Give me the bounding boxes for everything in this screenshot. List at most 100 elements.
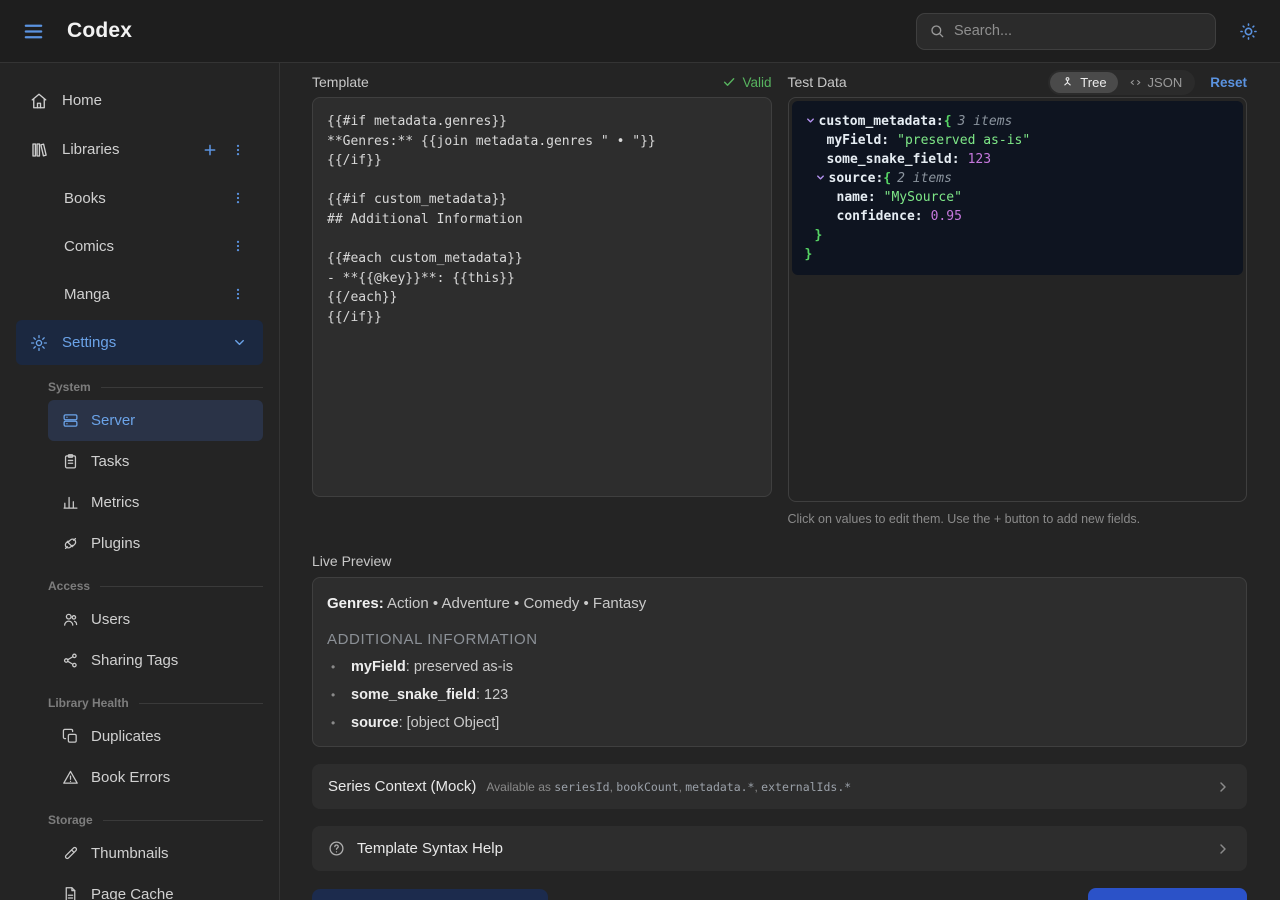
help-circle-icon [328, 840, 345, 857]
tree-icon [1061, 76, 1074, 89]
sidebar-item-home[interactable]: Home [0, 76, 279, 125]
subtitle-token: externalIds.* [761, 780, 851, 794]
preview-item-key: myField [351, 659, 414, 675]
sidebar-item-sharing-tags[interactable]: Sharing Tags [48, 640, 263, 681]
file-icon [62, 886, 79, 900]
tree-item-count: 3 items [958, 114, 1013, 129]
tree-key[interactable]: source [829, 171, 884, 186]
sidebar-item-page-cache[interactable]: Page Cache [48, 874, 263, 900]
preview-list-item: source[object Object] [327, 715, 1232, 743]
syntax-help-title: Template Syntax Help [357, 840, 503, 857]
gear-icon [30, 334, 48, 352]
template-code-editor[interactable]: {{#if metadata.genres}} **Genres:** {{jo… [312, 97, 772, 497]
app-title: Codex [67, 19, 132, 43]
sidebar-item-manga[interactable]: Manga [0, 270, 279, 318]
view-toggle: Tree JSON [1048, 70, 1195, 95]
sidebar-item-label: Manga [64, 286, 110, 303]
tree-value[interactable]: "MySource" [884, 190, 962, 205]
tree-key[interactable]: some_snake_field [827, 152, 960, 167]
divider [101, 387, 263, 388]
add-library-icon[interactable] [202, 142, 218, 158]
collapse-chevron-icon[interactable] [815, 172, 829, 183]
theme-toggle-sun-icon[interactable] [1239, 22, 1258, 41]
sidebar-item-label: Plugins [91, 535, 140, 552]
manga-kebab-icon[interactable] [231, 287, 245, 301]
tree-row: name "MySource" [805, 188, 1231, 207]
tree-key[interactable]: name [837, 190, 876, 205]
json-tree: custom_metadata {3 items myField "preserve… [792, 101, 1244, 275]
series-context-subtitle: Available as seriesId, bookCount, metada… [486, 780, 851, 794]
divider [100, 586, 263, 587]
series-context-accordion[interactable]: Series Context (Mock) Available as serie… [312, 764, 1247, 809]
divider [103, 820, 263, 821]
template-panel: Template Valid {{#if metadata.genres}} *… [312, 71, 772, 526]
bar-chart-icon [62, 494, 79, 511]
sidebar-section-access: Access [0, 577, 279, 595]
warning-triangle-icon [62, 769, 79, 786]
libraries-kebab-icon[interactable] [231, 143, 245, 157]
sidebar-item-thumbnails[interactable]: Thumbnails [48, 833, 263, 874]
chevron-right-icon [1215, 779, 1231, 795]
divider [139, 703, 263, 704]
books-kebab-icon[interactable] [231, 191, 245, 205]
search-input[interactable] [954, 23, 1203, 39]
sidebar-section-library-health: Library Health [0, 694, 279, 712]
sidebar-item-server[interactable]: Server [48, 400, 263, 441]
sidebar-item-label: Settings [62, 334, 116, 351]
sidebar-item-metrics[interactable]: Metrics [48, 482, 263, 523]
tree-key[interactable]: custom_metadata [819, 114, 944, 129]
template-title: Template [312, 74, 369, 90]
reset-button[interactable]: Reset [1210, 75, 1247, 90]
view-toggle-json[interactable]: JSON [1118, 72, 1194, 93]
tree-key[interactable]: confidence [837, 209, 923, 224]
sidebar-item-tasks[interactable]: Tasks [48, 441, 263, 482]
tree-value[interactable]: "preserved as-is" [897, 133, 1030, 148]
syntax-help-accordion[interactable]: Template Syntax Help [312, 826, 1247, 871]
choose-example-template-button[interactable]: Choose Example Template [312, 889, 548, 900]
sidebar-section-storage: Storage [0, 811, 279, 829]
sidebar-section-system: System [0, 378, 279, 396]
tree-brace: { [883, 171, 891, 186]
plug-icon [62, 535, 79, 552]
sidebar-item-label: Libraries [62, 141, 120, 158]
sidebar-item-books[interactable]: Books [0, 174, 279, 222]
tree-value[interactable]: 123 [968, 152, 991, 167]
view-toggle-tree[interactable]: Tree [1050, 72, 1117, 93]
section-title: Storage [48, 813, 93, 827]
menu-icon[interactable] [22, 20, 45, 43]
clipboard-icon [62, 453, 79, 470]
comics-kebab-icon[interactable] [231, 239, 245, 253]
preview-item-value: 123 [484, 687, 508, 703]
tree-value[interactable]: 0.95 [931, 209, 962, 224]
tree-key[interactable]: myField [827, 133, 890, 148]
subtitle-token: metadata.* [685, 780, 754, 794]
search-box[interactable] [916, 13, 1216, 50]
sidebar-item-book-errors[interactable]: Book Errors [48, 757, 263, 798]
tree-item-count: 2 items [897, 171, 952, 186]
save-template-button[interactable]: Save Template [1088, 888, 1247, 900]
preview-item-value: preserved as-is [414, 659, 513, 675]
library-icon [30, 141, 48, 159]
section-title: Library Health [48, 696, 129, 710]
sidebar-item-settings[interactable]: Settings [16, 320, 263, 365]
preview-list-item: some_snake_field123 [327, 687, 1232, 715]
tree-row: confidence 0.95 [805, 207, 1231, 226]
preview-item-key: some_snake_field [351, 687, 484, 703]
sidebar-item-duplicates[interactable]: Duplicates [48, 716, 263, 757]
tree-row: some_snake_field 123 [805, 150, 1231, 169]
preview-item-value: [object Object] [407, 715, 500, 731]
preview-genres-value: Action • Adventure • Comedy • Fantasy [387, 595, 646, 612]
sidebar-item-libraries[interactable]: Libraries [0, 125, 279, 174]
subtitle-text: Available as [486, 780, 554, 794]
sidebar-item-comics[interactable]: Comics [0, 222, 279, 270]
users-icon [62, 611, 79, 628]
sidebar-item-label: Page Cache [91, 886, 174, 900]
footer-actions: Choose Example Template Revert Changes S… [312, 888, 1247, 900]
chevron-right-icon [1215, 841, 1231, 857]
tree-row: myField "preserved as-is" [805, 131, 1231, 150]
sidebar-item-plugins[interactable]: Plugins [48, 523, 263, 564]
collapse-chevron-icon[interactable] [805, 115, 819, 126]
sidebar-item-users[interactable]: Users [48, 599, 263, 640]
preview-heading: ADDITIONAL INFORMATION [327, 631, 1232, 648]
section-title: System [48, 380, 91, 394]
